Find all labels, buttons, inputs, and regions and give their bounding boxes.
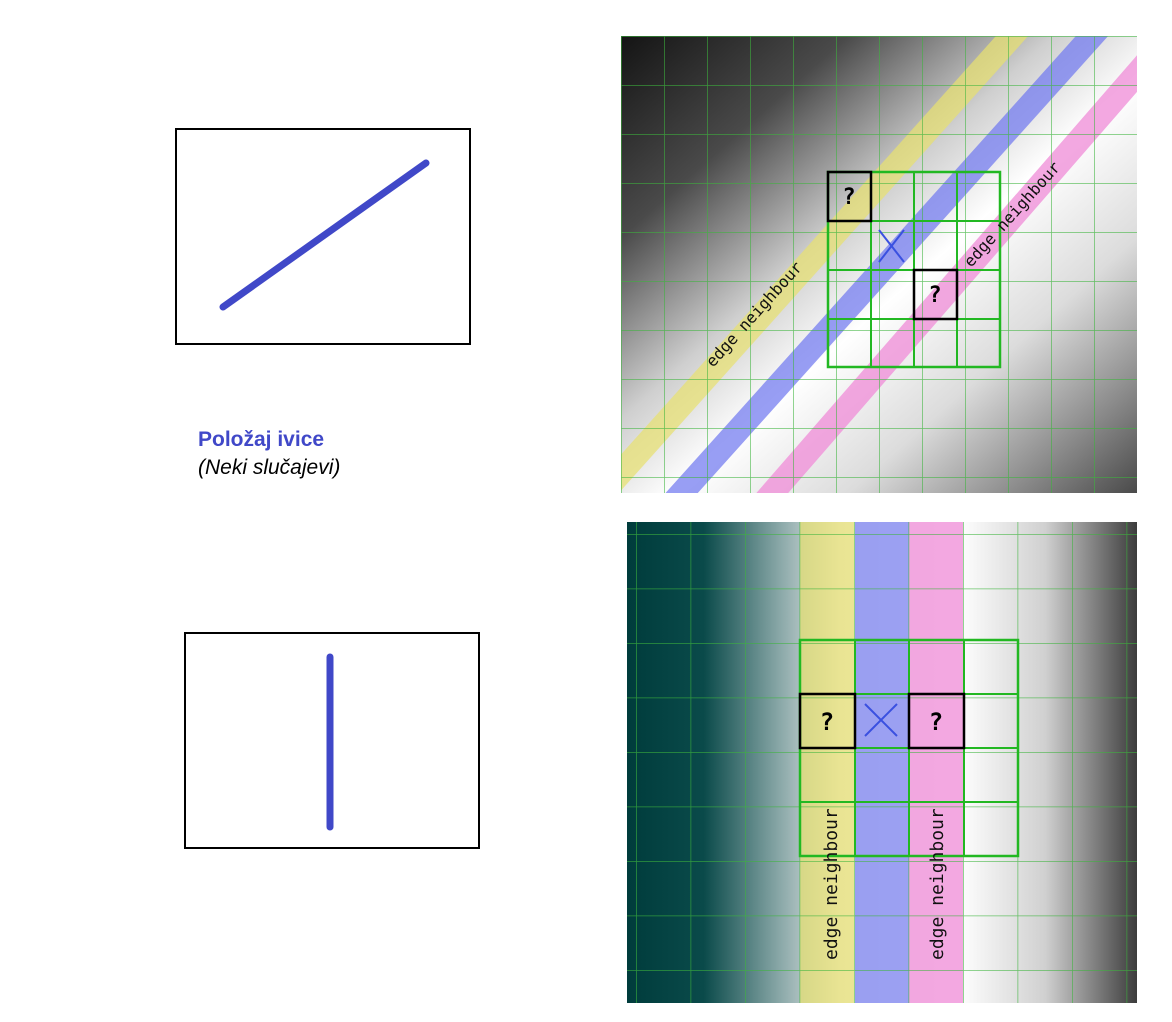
vertical-edge-box — [184, 632, 480, 849]
caption: Položaj ivice (Neki slučajevi) — [198, 426, 340, 482]
caption-subtitle: (Neki slučajevi) — [198, 456, 341, 479]
vertical-unknown-mark-right: ? — [929, 708, 943, 736]
vertical-gradient-panel: ? ? edge neighbour edge neighbour — [627, 522, 1137, 1003]
diagonal-edge-svg — [219, 159, 430, 311]
vertical-right-band-label: edge neighbour — [927, 808, 948, 960]
diagonal-unknown-mark-right: ? — [928, 283, 941, 308]
caption-title: Položaj ivice — [198, 428, 325, 451]
diagonal-grid — [621, 36, 1137, 493]
diagonal-edge-line — [219, 159, 430, 311]
diagonal-unknown-mark-left: ? — [842, 185, 855, 210]
vertical-grid — [627, 522, 1137, 1003]
diagonal-gradient-panel: ? ? edge neighbour edge neighbour — [621, 36, 1137, 493]
vertical-edge-svg — [326, 653, 334, 831]
vertical-left-band-label: edge neighbour — [821, 808, 842, 960]
vertical-unknown-mark-left: ? — [820, 708, 834, 736]
diagonal-edge-box — [175, 128, 471, 345]
